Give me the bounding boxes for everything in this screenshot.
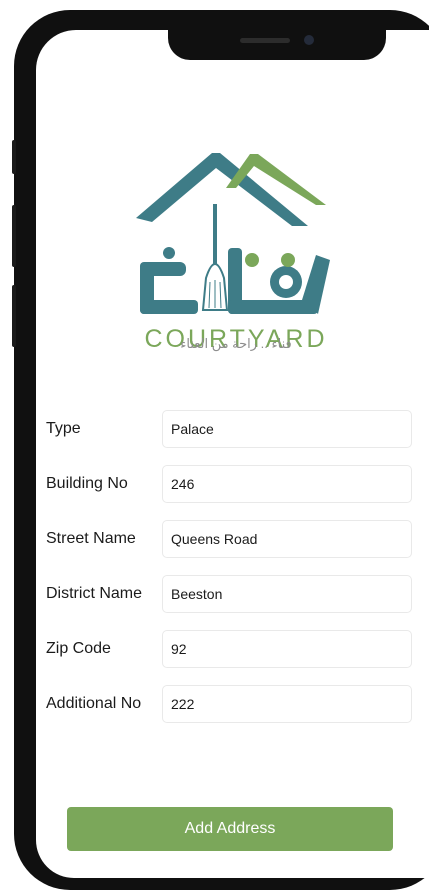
street-name-input[interactable]: Queens Road xyxy=(162,520,412,558)
form-row-building-no: Building No 246 xyxy=(46,465,412,503)
district-name-label: District Name xyxy=(46,585,143,602)
additional-no-input[interactable]: 222 xyxy=(162,685,412,723)
courtyard-logo: COURTYARD xyxy=(136,153,330,350)
form-row-additional-no: Additional No 222 xyxy=(46,685,412,723)
add-address-button[interactable]: Add Address xyxy=(67,807,393,851)
building-no-label: Building No xyxy=(46,475,128,492)
form-row-type: Type Palace xyxy=(46,410,412,448)
zip-code-label: Zip Code xyxy=(46,640,111,657)
zip-code-input[interactable]: 92 xyxy=(162,630,412,668)
arabic-logotype xyxy=(140,247,330,314)
volume-down-button xyxy=(12,285,16,347)
district-name-input[interactable]: Beeston xyxy=(162,575,412,613)
form-row-street-name: Street Name Queens Road xyxy=(46,520,412,558)
speaker-grille xyxy=(240,38,290,43)
notch xyxy=(168,30,386,60)
broom-icon xyxy=(201,204,229,311)
side-button xyxy=(12,140,16,174)
type-label: Type xyxy=(46,420,81,437)
volume-up-button xyxy=(12,205,16,267)
building-no-input[interactable]: 246 xyxy=(162,465,412,503)
form-row-district-name: District Name Beeston xyxy=(46,575,412,613)
roof-icon xyxy=(136,153,326,226)
type-input[interactable]: Palace xyxy=(162,410,412,448)
form-row-zip-code: Zip Code 92 xyxy=(46,630,412,668)
front-camera xyxy=(304,35,314,45)
logo-tagline: فناء .. راحة من العناء xyxy=(180,336,292,351)
additional-no-label: Additional No xyxy=(46,695,142,712)
app-screen: COURTYARD فناء .. راحة من العناء Type Pa… xyxy=(36,30,429,878)
street-name-label: Street Name xyxy=(46,530,136,547)
